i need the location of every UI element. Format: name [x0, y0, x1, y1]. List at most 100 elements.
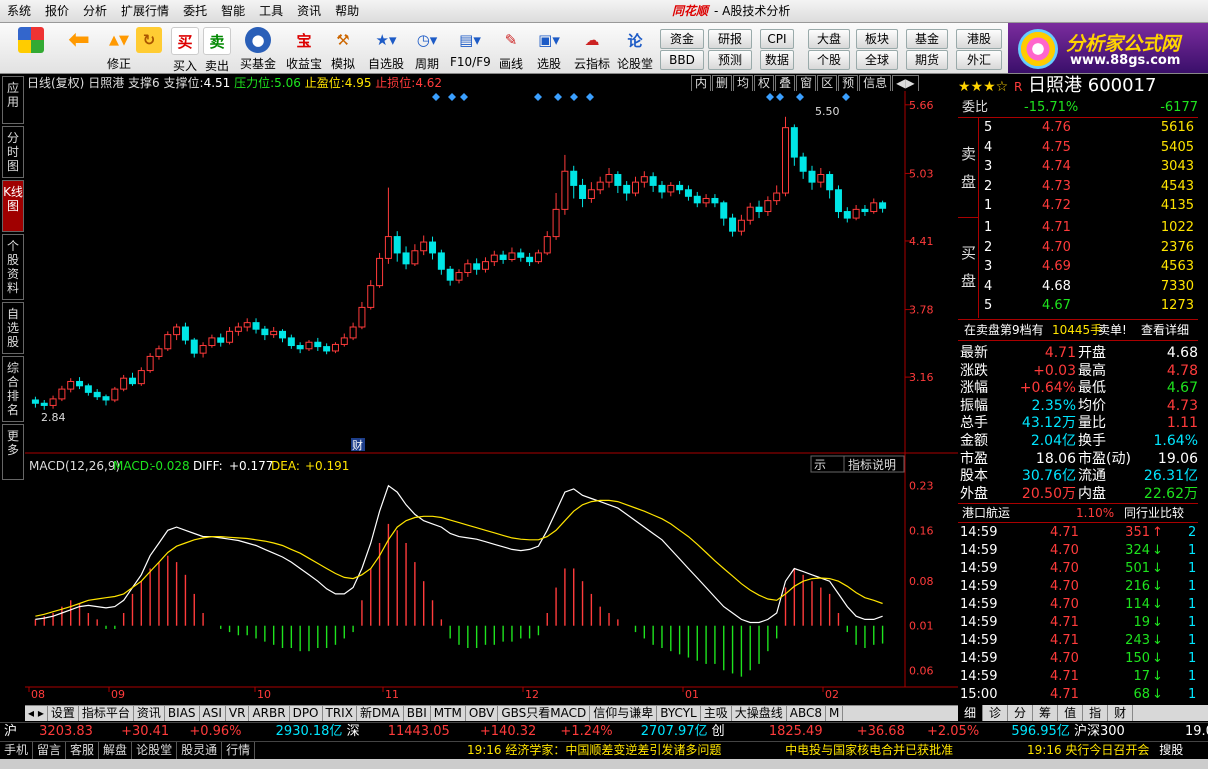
candle-body[interactable]	[120, 377, 128, 390]
stock-button[interactable]: 个股	[808, 50, 850, 70]
candle-body[interactable]	[737, 219, 745, 232]
indicator-tab[interactable]: 设置	[48, 706, 79, 721]
tab-scroll-arrows-icon[interactable]: ◂ ▸	[25, 706, 48, 721]
indicator-tab[interactable]: ABC8	[787, 706, 826, 721]
candle-body[interactable]	[234, 326, 242, 332]
candle-body[interactable]	[870, 202, 878, 213]
panel-tab[interactable]: 诊	[983, 705, 1009, 721]
menu-tools[interactable]: 工具	[252, 0, 290, 22]
candle-body[interactable]	[543, 236, 551, 254]
candle-body[interactable]	[393, 236, 401, 254]
candle-body[interactable]	[799, 156, 807, 172]
tool-inner[interactable]: 内	[691, 75, 712, 92]
fund-button[interactable]: 基金	[906, 29, 948, 49]
candle-body[interactable]	[782, 127, 790, 194]
sell-button[interactable]: 卖卖出	[200, 27, 234, 74]
candle-body[interactable]	[349, 326, 357, 339]
stock-picker-button[interactable]: ▣▾ 选股	[532, 27, 566, 72]
indicator-tab[interactable]: 大操盘线	[732, 706, 787, 721]
panel-tab[interactable]: 财	[1108, 705, 1134, 721]
candle-body[interactable]	[684, 189, 692, 197]
candle-body[interactable]	[852, 208, 860, 219]
candle-body[interactable]	[729, 217, 737, 232]
candle-body[interactable]	[155, 348, 163, 357]
bbd-button[interactable]: BBD	[660, 50, 704, 70]
candle-body[interactable]	[587, 189, 595, 199]
candle-body[interactable]	[314, 341, 322, 348]
candle-body[interactable]	[384, 236, 392, 259]
tool-expand[interactable]: ◀▶	[892, 75, 919, 92]
candle-body[interactable]	[473, 263, 481, 270]
footer-button[interactable]: 客服	[66, 742, 100, 759]
candle-body[interactable]	[499, 254, 507, 260]
indicator-tab[interactable]: DPO	[290, 706, 323, 721]
tool-window[interactable]: 窗	[796, 75, 817, 92]
candle-body[interactable]	[508, 252, 516, 260]
panel-tab[interactable]: 指	[1083, 705, 1109, 721]
panel-tab[interactable]: 细	[958, 705, 984, 721]
candle-body[interactable]	[102, 396, 110, 401]
candle-body[interactable]	[270, 330, 278, 336]
candle-body[interactable]	[190, 339, 198, 354]
candle-body[interactable]	[720, 202, 728, 219]
candle-body[interactable]	[481, 261, 489, 270]
candle-body[interactable]	[667, 184, 675, 193]
cpi-button[interactable]: CPI	[760, 29, 794, 49]
footer-button[interactable]: 行情	[222, 742, 256, 759]
candle-body[interactable]	[631, 181, 639, 194]
candle-body[interactable]	[702, 197, 710, 204]
candle-body[interactable]	[746, 206, 754, 221]
treasure-button[interactable]: 宝收益宝	[284, 27, 324, 72]
tab-kline[interactable]: K线图	[2, 180, 24, 232]
candle-body[interactable]	[879, 202, 887, 209]
cloud-indicator-button[interactable]: ☁ 云指标	[572, 27, 612, 72]
hk-stock-button[interactable]: 港股	[956, 29, 1002, 49]
capital-button[interactable]: 资金	[660, 29, 704, 49]
candle-body[interactable]	[226, 330, 234, 343]
candle-body[interactable]	[640, 176, 648, 183]
candle-body[interactable]	[464, 263, 472, 274]
tool-rights[interactable]: 权	[754, 75, 775, 92]
tool-overlay[interactable]: 叠	[775, 75, 796, 92]
tool-delete[interactable]: 删	[712, 75, 733, 92]
forex-button[interactable]: 外汇	[956, 50, 1002, 70]
kline-chart[interactable]: 5.66 5.03 4.41 3.78 3.16 0.23 0.16 0.08 0.01 0.0…	[25, 91, 958, 705]
menu-smart[interactable]: 智能	[214, 0, 252, 22]
candle-body[interactable]	[843, 211, 851, 219]
footer-button[interactable]: 解盘	[99, 742, 133, 759]
candle-body[interactable]	[137, 370, 145, 385]
candle-body[interactable]	[790, 127, 798, 158]
tab-more[interactable]: 更多	[2, 424, 24, 480]
candle-body[interactable]	[676, 184, 684, 191]
menu-quotes[interactable]: 报价	[38, 0, 76, 22]
candle-body[interactable]	[49, 398, 57, 406]
horizontal-scrollbar[interactable]	[0, 759, 1208, 769]
candle-body[interactable]	[570, 170, 578, 186]
indicator-tab[interactable]: BYCYL	[657, 706, 701, 721]
candle-body[interactable]	[808, 170, 816, 183]
panel-tab[interactable]: 值	[1058, 705, 1084, 721]
buy-fund-button[interactable]: ● 买基金	[238, 27, 278, 72]
tool-average[interactable]: 均	[733, 75, 754, 92]
indicator-tab[interactable]: 指标平台	[79, 706, 134, 721]
forum-button[interactable]: 论论股堂	[614, 27, 656, 72]
sector-button[interactable]: 板块	[856, 29, 898, 49]
candle-body[interactable]	[208, 337, 216, 347]
menu-extended[interactable]: 扩展行情	[114, 0, 176, 22]
candle-body[interactable]	[76, 380, 84, 387]
candle-body[interactable]	[517, 252, 525, 258]
indicator-tab[interactable]: 新DMA	[357, 706, 404, 721]
candle-body[interactable]	[534, 252, 542, 263]
candle-body[interactable]	[455, 272, 463, 281]
candle-body[interactable]	[243, 322, 251, 328]
tab-stock-profile[interactable]: 个股资料	[2, 234, 24, 300]
futures-button[interactable]: 期货	[906, 50, 948, 70]
refresh-button[interactable]: ↻	[132, 27, 166, 55]
candle-body[interactable]	[173, 326, 181, 336]
sector-row[interactable]: 港口航运 1.10% 同行业比较	[958, 503, 1198, 523]
candle-body[interactable]	[711, 197, 719, 204]
forecast-button[interactable]: 预测	[708, 50, 752, 70]
tool-range[interactable]: 区	[817, 75, 838, 92]
candle-body[interactable]	[658, 184, 666, 193]
candle-body[interactable]	[834, 189, 842, 213]
